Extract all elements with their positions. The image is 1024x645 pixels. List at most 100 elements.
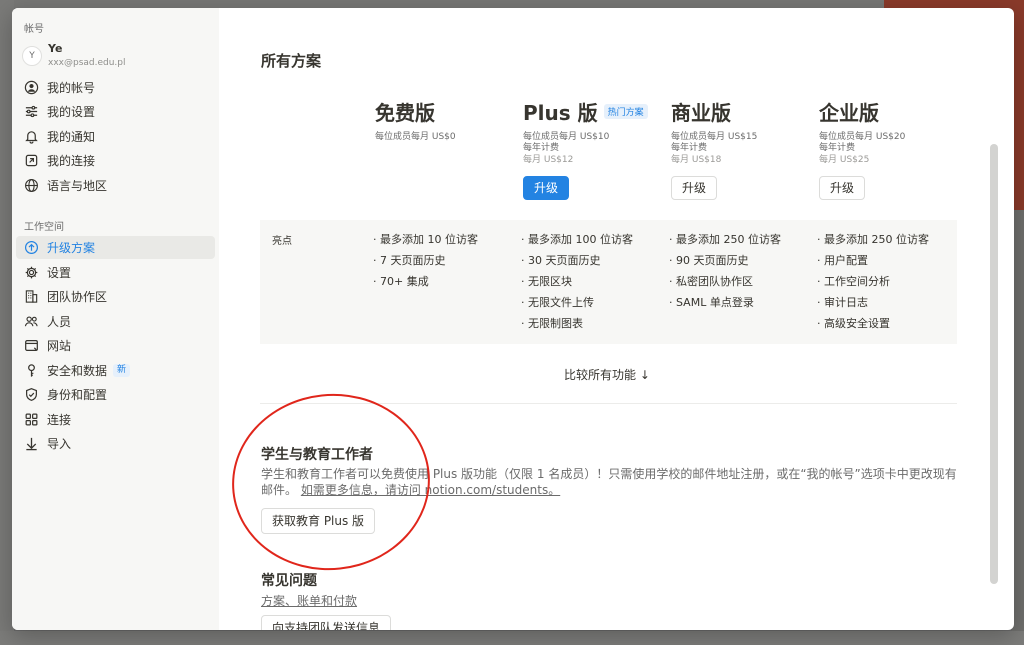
divider	[260, 403, 957, 404]
plan-name: 免费版	[375, 98, 515, 125]
plan-price: 每位成员每月 US$15	[671, 132, 758, 142]
highlights-plus: · 最多添加 100 位访客 · 30 天页面历史 · 无限区块 · 无限文件上…	[521, 233, 666, 338]
sidebar-item-my-notifications[interactable]: 我的通知	[16, 125, 215, 148]
list-item: · 无限制图表	[521, 317, 583, 330]
faq-billing-link[interactable]: 方案、账单和付款	[261, 592, 357, 609]
popular-badge: 热门方案	[603, 103, 648, 119]
sidebar-item-label: 我的设置	[47, 105, 96, 119]
list-item: · 高级安全设置	[817, 317, 890, 330]
sidebar-item-sites[interactable]: 网站	[16, 334, 215, 357]
grid-icon	[23, 412, 39, 428]
sidebar-item-label: 人员	[47, 315, 72, 329]
sliders-icon	[23, 104, 39, 120]
list-item: · 审计日志	[817, 296, 868, 309]
plan-price: 每位成员每月 US$10	[523, 132, 610, 142]
user-circle-icon	[23, 80, 39, 96]
education-info-link[interactable]: 如需更多信息，请访问 notion.com/students。	[301, 483, 560, 497]
account-section-label: 帐号	[24, 24, 44, 35]
all-plans-title: 所有方案	[261, 52, 322, 70]
plans-panel: 所有方案 免费版 每位成员每月 US$0 Plus 版热门方案 每位成员每月 U…	[219, 8, 1000, 630]
sidebar-item-identity-provisioning[interactable]: 身份和配置	[16, 383, 215, 406]
backdrop-top	[0, 0, 1024, 8]
list-item: · 用户配置	[817, 254, 868, 267]
plan-plus: Plus 版热门方案 每位成员每月 US$10 每年计费 每月 US$12 升级	[523, 98, 663, 200]
list-item: · 最多添加 10 位访客	[373, 233, 478, 246]
settings-modal: 帐号 Y Ye xxx@psad.edu.pl 我的帐号 我的设置 我的通知 我…	[12, 8, 1014, 630]
sidebar-item-label: 升级方案	[47, 241, 96, 255]
bell-icon	[23, 129, 39, 145]
sidebar-item-settings[interactable]: 设置	[16, 261, 215, 284]
plan-monthly-price: 每月 US$25	[819, 155, 870, 165]
plan-price: 每位成员每月 US$20	[819, 132, 906, 142]
sidebar-item-label: 身份和配置	[47, 388, 108, 402]
settings-sidebar: 帐号 Y Ye xxx@psad.edu.pl 我的帐号 我的设置 我的通知 我…	[12, 8, 219, 630]
get-education-plus-button[interactable]: 获取教育 Plus 版	[261, 508, 376, 534]
plan-monthly-price: 每月 US$18	[671, 155, 722, 165]
plan-monthly-price: 每月 US$12	[523, 155, 574, 165]
website-icon	[23, 338, 39, 354]
sidebar-item-label: 网站	[47, 339, 72, 353]
sidebar-item-my-account[interactable]: 我的帐号	[16, 76, 215, 99]
plan-name-text: 企业版	[819, 100, 879, 125]
plan-price: 每位成员每月 US$0	[375, 132, 456, 142]
shield-check-icon	[23, 387, 39, 403]
building-icon	[23, 289, 39, 305]
plan-business: 商业版 每位成员每月 US$15 每年计费 每月 US$18 升级	[671, 98, 811, 200]
plan-name: 商业版	[671, 98, 811, 125]
contact-support-button[interactable]: 向支持团队发送信息	[261, 615, 392, 630]
sidebar-item-upgrade-plan[interactable]: 升级方案	[16, 236, 215, 259]
list-item: · SAML 单点登录	[669, 296, 754, 309]
account-email: xxx@psad.edu.pl	[48, 58, 126, 68]
new-badge: 新	[113, 364, 131, 377]
list-item: · 私密团队协作区	[669, 275, 753, 288]
highlights-table: 亮点 · 最多添加 10 位访客 · 7 天页面历史 · 70+ 集成 · 最多…	[260, 220, 957, 344]
key-icon	[23, 363, 39, 379]
sidebar-item-my-connections[interactable]: 我的连接	[16, 149, 215, 172]
education-description: 学生和教育工作者可以免费使用 Plus 版功能（仅限 1 名成员）！只需使用学校…	[261, 466, 961, 498]
sidebar-item-security-data[interactable]: 安全和数据 新	[16, 359, 215, 382]
education-title: 学生与教育工作者	[261, 447, 373, 463]
list-item: · 30 天页面历史	[521, 254, 601, 267]
sidebar-item-connections[interactable]: 连接	[16, 408, 215, 431]
sidebar-item-label: 我的连接	[47, 154, 96, 168]
plan-name-text: 商业版	[671, 100, 731, 125]
highlights-enterprise: · 最多添加 250 位访客 · 用户配置 · 工作空间分析 · 审计日志 · …	[817, 233, 962, 338]
compare-all-features-link[interactable]: 比较所有功能 ↓	[564, 366, 650, 383]
upgrade-enterprise-button[interactable]: 升级	[819, 176, 866, 200]
highlights-business: · 最多添加 250 位访客 · 90 天页面历史 · 私密团队协作区 · SA…	[669, 233, 814, 317]
sidebar-item-label: 团队协作区	[47, 290, 108, 304]
sidebar-item-language-region[interactable]: 语言与地区	[16, 174, 215, 197]
sidebar-item-label: 安全和数据	[47, 364, 108, 378]
scrollbar[interactable]	[990, 144, 998, 584]
sidebar-item-my-settings[interactable]: 我的设置	[16, 100, 215, 123]
plan-enterprise: 企业版 每位成员每月 US$20 每年计费 每月 US$25 升级	[819, 98, 959, 200]
sidebar-item-label: 设置	[47, 266, 72, 280]
list-item: · 无限文件上传	[521, 296, 594, 309]
sidebar-item-people[interactable]: 人员	[16, 310, 215, 333]
list-item: · 最多添加 250 位访客	[669, 233, 781, 246]
plan-billing: 每年计费	[523, 143, 560, 153]
sidebar-item-label: 我的通知	[47, 130, 96, 144]
faq-title: 常见问题	[261, 573, 317, 589]
people-icon	[23, 314, 39, 330]
plan-billing: 每年计费	[819, 143, 856, 153]
plan-name: Plus 版热门方案	[523, 98, 663, 125]
plan-name: 企业版	[819, 98, 959, 125]
plan-free: 免费版 每位成员每月 US$0	[375, 98, 515, 143]
upgrade-plus-button[interactable]: 升级	[523, 176, 570, 200]
upgrade-circle-icon	[23, 240, 39, 256]
sidebar-item-label: 语言与地区	[47, 179, 108, 193]
external-link-icon	[23, 153, 39, 169]
plan-billing: 每年计费	[671, 143, 708, 153]
list-item: · 无限区块	[521, 275, 572, 288]
list-item: · 最多添加 100 位访客	[521, 233, 633, 246]
avatar: Y	[22, 46, 42, 66]
sidebar-item-label: 我的帐号	[47, 81, 96, 95]
sidebar-item-teamspaces[interactable]: 团队协作区	[16, 285, 215, 308]
sidebar-item-import[interactable]: 导入	[16, 432, 215, 455]
highlights-free: · 最多添加 10 位访客 · 7 天页面历史 · 70+ 集成	[373, 233, 518, 296]
upgrade-business-button[interactable]: 升级	[671, 176, 718, 200]
account-name: Ye	[48, 42, 63, 55]
sidebar-item-label: 导入	[47, 437, 72, 451]
globe-icon	[23, 178, 39, 194]
